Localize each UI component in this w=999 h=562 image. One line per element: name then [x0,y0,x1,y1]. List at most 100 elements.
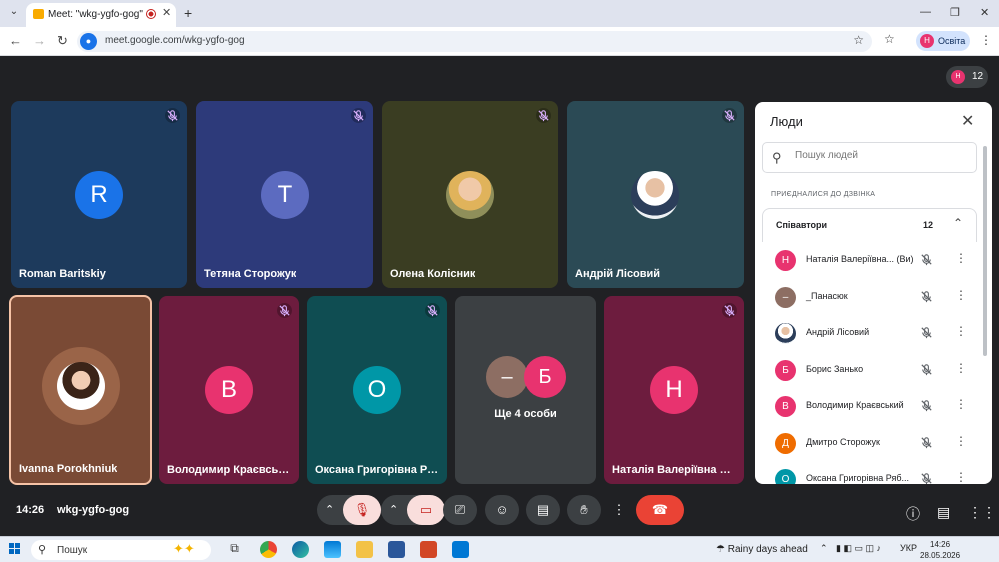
microphone-off-button[interactable]: 🎙︎ [343,495,381,525]
chat-icon[interactable]: ▤ [937,504,950,521]
new-tab-button[interactable]: + [184,5,192,21]
chrome-icon[interactable] [260,541,277,558]
video-tile-active-speaker[interactable]: Ivanna Porokhniuk [9,295,152,485]
participant-name: Оксана Григорівна Ря... [315,464,439,476]
muted-mic-icon [536,108,551,123]
video-tile[interactable]: Олена Колісник [382,101,558,288]
audio-options-chevron-icon[interactable]: ⌃ [325,495,334,525]
muted-mic-icon[interactable] [919,435,934,450]
participant-name: Володимир Краєвськ... [167,464,291,476]
taskbar-clock[interactable]: 14:26 28.05.2026 [920,539,960,561]
language-indicator[interactable]: УКР [900,543,917,553]
weather-widget[interactable]: ☂ Rainy days ahead [716,544,808,555]
minimize-button[interactable]: — [920,6,931,18]
people-list-item[interactable]: Андрій Лісовий ⋮ [762,315,977,351]
participant-avatar: Н [650,366,698,414]
browser-tab[interactable]: Meet: "wkg-ygfo-gog" ✕ [26,3,176,27]
activities-grid-icon[interactable]: ⋮⋮ [968,504,996,521]
muted-mic-icon[interactable] [919,289,934,304]
back-button[interactable]: ← [9,33,22,48]
muted-mic-icon[interactable] [919,252,934,267]
close-panel-icon[interactable]: ✕ [961,111,974,131]
muted-mic-icon [722,303,737,318]
people-list-item[interactable]: Д Дмитро Сторожук ⋮ [762,425,977,461]
panel-scrollbar[interactable] [983,146,987,356]
camera-off-button[interactable]: ▭ [407,495,445,525]
extensions-icon[interactable]: ☆ [884,32,895,46]
people-list-item[interactable]: – _Панасюк ⋮ [762,279,977,315]
omnibox[interactable]: ● meet.google.com/wkg-ygfo-gog ☆ [77,31,872,52]
bookmark-star-icon[interactable]: ☆ [853,33,864,47]
person-more-options-icon[interactable]: ⋮ [955,397,967,411]
maximize-button[interactable]: ❐ [950,6,960,19]
participant-count-badge[interactable]: Н 12 [946,66,988,88]
browser-menu-icon[interactable]: ⋮ [980,33,992,47]
reactions-button[interactable]: ☺ [485,495,519,525]
tab-list-chevron-icon[interactable]: ⌄ [6,4,22,20]
tray-chevron-icon[interactable]: ⌃ [820,543,828,554]
profile-button[interactable]: Н Освіта [916,31,970,51]
store-icon[interactable] [324,541,341,558]
video-tile[interactable]: В Володимир Краєвськ... [159,296,299,484]
chevron-up-icon[interactable]: ⌃ [953,216,963,230]
windows-taskbar: ⚲ Пошук ✦✦ ⧉ ☂ Rainy days ahead ⌃ ▮ ◧ ▭ … [0,536,999,562]
taskbar-search[interactable]: ⚲ Пошук ✦✦ [31,540,211,560]
muted-mic-icon[interactable] [919,362,934,377]
participant-photo [446,171,494,219]
muted-mic-icon[interactable] [919,325,934,340]
meeting-info-icon[interactable]: ⓘ [906,504,920,524]
people-list-item[interactable]: Н Наталія Валеріївна... (Ви) ⋮ [762,242,977,278]
clock-time: 14:26 [930,540,951,549]
participant-photo [631,171,679,219]
people-search-input[interactable] [795,150,965,161]
person-more-options-icon[interactable]: ⋮ [955,470,967,484]
present-screen-button[interactable]: ⎚ [443,495,477,525]
leave-call-button[interactable]: ☎︎ [636,495,684,525]
windows-start-icon[interactable] [9,543,21,555]
muted-mic-icon[interactable] [919,471,934,484]
edge-icon[interactable] [292,541,309,558]
person-more-options-icon[interactable]: ⋮ [955,288,967,302]
participant-avatar: R [75,171,123,219]
video-tile[interactable]: Н Наталія Валеріївна Гу... [604,296,744,484]
person-more-options-icon[interactable]: ⋮ [955,434,967,448]
video-tile[interactable]: О Оксана Григорівна Ря... [307,296,447,484]
url-text[interactable]: meet.google.com/wkg-ygfo-gog [105,35,245,46]
copilot-sparkle-icon: ✦✦ [173,541,195,556]
camera-control-group: ⌃ ▭ [381,495,445,525]
group-count: 12 [923,220,934,230]
people-list-item[interactable]: О Оксана Григорівна Ряб... ⋮ [762,461,977,484]
person-more-options-icon[interactable]: ⋮ [955,361,967,375]
tab-close-icon[interactable]: ✕ [162,6,171,19]
more-options-button[interactable]: ⋮ [607,495,631,525]
task-view-icon[interactable]: ⧉ [226,541,243,558]
file-explorer-icon[interactable] [356,541,373,558]
people-list-item[interactable]: В Володимир Краєвський ⋮ [762,388,977,424]
person-more-options-icon[interactable]: ⋮ [955,324,967,338]
video-tile[interactable]: R Roman Baritskiy [11,101,187,288]
video-tile[interactable]: Андрій Лісовий [567,101,744,288]
word-icon[interactable] [388,541,405,558]
forward-button[interactable]: → [33,33,46,48]
person-more-options-icon[interactable]: ⋮ [955,251,967,265]
reload-button[interactable]: ↻ [57,33,68,49]
video-options-chevron-icon[interactable]: ⌃ [389,495,398,525]
participant-avatar-icon: Н [951,70,965,84]
outlook-icon[interactable] [452,541,469,558]
meet-favicon-icon [33,9,44,19]
people-search-field[interactable]: ⚲ [762,142,977,173]
participant-avatar: – [486,356,528,398]
raise-hand-button[interactable]: ✋︎ [567,495,601,525]
participant-name: Roman Baritskiy [19,268,106,280]
captions-button[interactable]: ▤ [526,495,560,525]
muted-mic-icon[interactable] [919,398,934,413]
close-window-button[interactable]: ✕ [980,6,989,19]
tray-icons[interactable]: ▮ ◧ ▭ ◫ ♪ [836,543,881,554]
people-list-item[interactable]: Б Борис Занько ⋮ [762,352,977,388]
person-avatar: Д [775,432,796,454]
contributors-group-header[interactable]: Співавтори 12 ⌃ [762,208,977,242]
video-tile[interactable]: T Тетяна Сторожук [196,101,373,288]
more-participants-tile[interactable]: – Б Ще 4 особи [455,296,596,484]
mic-site-icon[interactable]: ● [80,33,97,50]
powerpoint-icon[interactable] [420,541,437,558]
